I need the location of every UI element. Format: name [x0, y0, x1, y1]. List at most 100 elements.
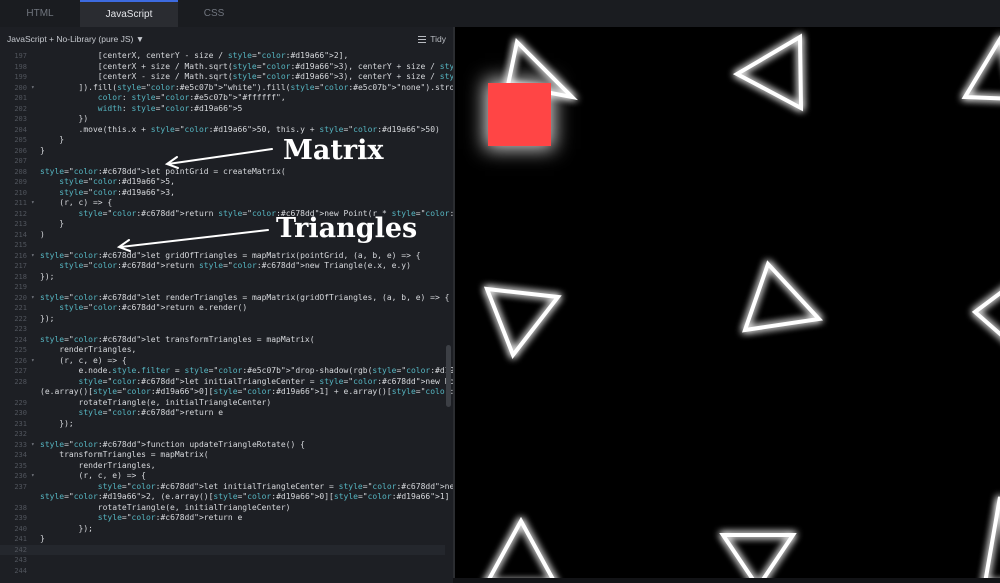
tab-html[interactable]: HTML	[0, 0, 80, 27]
code-line[interactable]: 244	[0, 566, 445, 577]
code-line[interactable]: style="color:#d19a66">2, (e.array()[styl…	[0, 492, 450, 503]
code-text: style="color:#c678dd">return e.render()	[59, 303, 248, 312]
code-line[interactable]: 197 [centerX, centerY - size / style="co…	[0, 51, 445, 62]
code-text: });	[40, 313, 55, 323]
code-line[interactable]: 202 width: style="color:#d19a66">5	[0, 104, 445, 115]
result-bottom-bar	[453, 578, 1000, 583]
line-number: 201	[14, 94, 27, 102]
code-line[interactable]: 210 style="color:#d19a66">3,	[0, 188, 445, 199]
triangle-8	[719, 533, 797, 583]
code-line[interactable]: 201 color: style="color:#e5c07b">"#fffff…	[0, 93, 445, 104]
line-number: 239	[14, 514, 27, 522]
line-number: 233	[14, 440, 27, 449]
fold-arrow-icon[interactable]: ▾	[31, 440, 35, 451]
code-line[interactable]: 234 transformTriangles = mapMatrix(	[0, 450, 445, 461]
code-line[interactable]: 229 rotateTriangle(e, initialTriangleCen…	[0, 398, 445, 409]
code-line[interactable]: 219	[0, 282, 445, 293]
line-number: 213	[14, 220, 27, 228]
code-line[interactable]: 209 style="color:#d19a66">5,	[0, 177, 445, 188]
code-line[interactable]: 217 style="color:#c678dd">return style="…	[0, 261, 445, 272]
code-line[interactable]: 230 style="color:#c678dd">return e	[0, 408, 445, 419]
code-line[interactable]: 239 style="color:#c678dd">return e	[0, 513, 445, 524]
code-text: style="color:#c678dd">let transformTrian…	[40, 334, 315, 344]
code-area[interactable]: 197 [centerX, centerY - size / style="co…	[0, 51, 453, 583]
code-text: }	[40, 219, 65, 228]
code-line[interactable]: 208 style="color:#c678dd">let pointGrid =…	[0, 167, 445, 178]
code-text: style="color:#c678dd">let renderTriangle…	[40, 292, 450, 302]
editor-tab-bar: HTML JavaScript CSS	[0, 0, 1000, 27]
triangle-5	[742, 260, 824, 333]
tab-javascript[interactable]: JavaScript	[80, 0, 178, 27]
code-text: style="color:#c678dd">return style="colo…	[59, 261, 411, 270]
code-line[interactable]: 240 });	[0, 524, 445, 535]
code-line[interactable]: 242	[0, 544, 445, 555]
code-line[interactable]: 204 .move(this.x + style="color:#d19a66"…	[0, 125, 445, 136]
fold-arrow-icon[interactable]: ▾	[31, 471, 35, 482]
code-text: (r, c, e) => {	[40, 355, 127, 365]
line-number: 228	[14, 377, 27, 386]
code-text: rotateTriangle(e, initialTriangleCenter)	[40, 502, 291, 512]
line-number: 215	[14, 241, 27, 249]
code-line[interactable]: 222});	[0, 314, 445, 325]
code-line[interactable]: 199 [centerX - size / Math.sqrt(style="c…	[0, 72, 453, 83]
code-line[interactable]: 224 style="color:#c678dd">let transformTr…	[0, 335, 445, 346]
code-line[interactable]: 220 ▾ style="color:#c678dd">let renderTria…	[0, 293, 449, 304]
result-preview-pane[interactable]	[453, 27, 1000, 583]
code-line[interactable]: 211 ▾ (r, c) => {	[0, 198, 445, 209]
code-line[interactable]: 241}	[0, 534, 445, 545]
code-text: )	[40, 229, 45, 239]
line-number: 206	[14, 146, 27, 155]
fold-arrow-icon[interactable]: ▾	[31, 198, 35, 209]
code-line[interactable]: 228 style="color:#c678dd">let initialTri…	[0, 377, 453, 388]
editor-scrollbar-thumb[interactable]	[446, 345, 451, 407]
language-selector[interactable]: JavaScript + No-Library (pure JS) ▼	[7, 34, 144, 44]
code-line[interactable]: 198 [centerX + size / Math.sqrt(style="c…	[0, 62, 453, 73]
code-line[interactable]: (e.array()[style="color:#d19a66">0][styl…	[0, 387, 453, 398]
code-line[interactable]: 218});	[0, 272, 445, 283]
code-line[interactable]: 203 })	[0, 114, 445, 125]
editor-header: JavaScript + No-Library (pure JS) ▼ Tidy	[0, 27, 453, 51]
line-number: 243	[14, 556, 27, 564]
code-line[interactable]: 238 rotateTriangle(e, initialTriangleCen…	[0, 503, 445, 514]
code-line[interactable]: 236 ▾ (r, c, e) => {	[0, 471, 445, 482]
tab-css[interactable]: CSS	[178, 0, 250, 27]
code-line[interactable]: 223	[0, 324, 445, 335]
tidy-button[interactable]: Tidy	[418, 34, 446, 44]
line-number: 203	[14, 115, 27, 123]
code-line[interactable]: 237 style="color:#c678dd">let initialTri…	[0, 482, 453, 493]
line-number: 209	[14, 178, 27, 186]
fold-arrow-icon[interactable]: ▾	[31, 251, 35, 262]
code-line[interactable]: 243	[0, 555, 445, 566]
code-text: transformTriangles = mapMatrix(	[40, 450, 209, 459]
line-number: 200	[14, 83, 27, 92]
code-line[interactable]: 227 e.node.style.filter = style="color:#…	[0, 366, 453, 377]
line-number: 238	[14, 503, 27, 512]
code-text: style="color:#c678dd">let pointGrid = cr…	[40, 166, 286, 176]
line-number: 221	[14, 304, 27, 312]
code-text: style="color:#d19a66">5,	[59, 177, 175, 186]
code-line[interactable]: 233 ▾ style="color:#c678dd">function updat…	[0, 440, 445, 451]
code-line[interactable]: 221 style="color:#c678dd">return e.rende…	[0, 303, 445, 314]
code-line[interactable]: 232	[0, 429, 445, 440]
code-text: })	[40, 114, 89, 123]
code-text: color: style="color:#e5c07b">"#ffffff",	[97, 93, 286, 102]
code-text: style="color:#c678dd">function updateTri…	[40, 439, 305, 449]
code-line[interactable]: 225 renderTriangles,	[0, 345, 445, 356]
fold-arrow-icon[interactable]: ▾	[31, 293, 35, 304]
code-line[interactable]: 216 ▾ style="color:#c678dd">let gridOfTria…	[0, 251, 445, 262]
code-line[interactable]: 200 ▾ ]).fill(style="color:#e5c07b">"whit…	[0, 83, 453, 94]
code-line[interactable]: 235 renderTriangles,	[0, 461, 445, 472]
line-number: 226	[14, 356, 27, 365]
code-line[interactable]: 231 });	[0, 419, 445, 430]
line-number: 240	[14, 524, 27, 533]
code-text: style="color:#c678dd">let initialTriangl…	[78, 376, 453, 386]
code-line[interactable]: 226 ▾ (r, c, e) => {	[0, 356, 445, 367]
line-number: 202	[14, 104, 27, 113]
fold-arrow-icon[interactable]: ▾	[31, 356, 35, 367]
code-text: style="color:#c678dd">return e	[97, 513, 243, 522]
fold-arrow-icon[interactable]: ▾	[31, 83, 35, 94]
code-text: width: style="color:#d19a66">5	[97, 103, 243, 113]
line-number: 234	[14, 451, 27, 459]
line-number: 218	[14, 272, 27, 281]
code-text: [centerX + size / Math.sqrt(style="color…	[40, 61, 453, 71]
